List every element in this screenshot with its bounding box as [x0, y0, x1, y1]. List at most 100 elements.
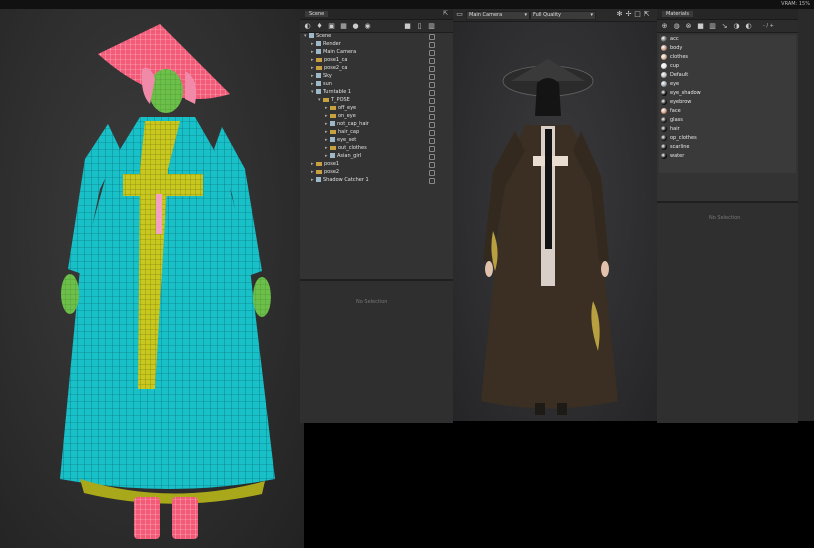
scene-tree-item[interactable]: ▸ eye_set — [301, 136, 439, 144]
viewport-camera-icon[interactable]: ▭ — [456, 11, 463, 18]
material-item[interactable]: eyebrow — [659, 98, 796, 107]
scene-tree-item[interactable]: ▾ Turntable 1 — [301, 88, 439, 96]
folder-icon[interactable]: ■ — [697, 22, 704, 30]
duplicate-icon[interactable]: ◍ — [673, 22, 680, 30]
scene-tree-item[interactable]: ▾ T_POSE — [301, 96, 439, 104]
scene-tree-item-text: out_clothes — [338, 145, 367, 151]
scene-tree-item-label: ▸ on_eye — [325, 112, 356, 120]
material-item-label: body — [670, 45, 683, 51]
scene-tree-item-text: Render — [323, 41, 341, 47]
camera-select[interactable]: Main Camera ▾ — [466, 11, 530, 20]
scene-tree-item[interactable]: ▸ Shadow Catcher 1 — [301, 176, 439, 184]
scene-tree-item-text: off_eye — [338, 105, 357, 111]
scene-tree-item[interactable]: ▸ Main Camera — [301, 48, 439, 56]
scene-tree-item[interactable]: ▸ Sky — [301, 72, 439, 80]
undock-icon[interactable]: ⇱ — [442, 10, 449, 17]
material-item-label: clothes — [670, 54, 689, 60]
template-icon[interactable]: ⊗ — [685, 22, 692, 30]
mesh-icon — [330, 121, 335, 126]
reset-icon[interactable]: ◐ — [745, 22, 752, 30]
frame-icon[interactable]: □ — [634, 11, 641, 18]
camera-add-icon[interactable]: ▣ — [328, 22, 335, 30]
scene-tree-item[interactable]: ▸ on_eye — [301, 112, 439, 120]
settings-icon[interactable]: ✻ — [616, 11, 623, 18]
material-item[interactable]: acc — [659, 35, 796, 44]
material-item[interactable]: scarline — [659, 143, 796, 152]
folder-icon — [323, 97, 329, 102]
material-item[interactable]: cup — [659, 62, 796, 71]
scene-tree-item-label: ▾ Turntable 1 — [311, 88, 351, 96]
sky-icon — [316, 73, 321, 78]
delete-icon[interactable]: ▥ — [428, 22, 435, 30]
add-material-icon[interactable]: ⊕ — [661, 22, 668, 30]
material-item[interactable]: glass — [659, 116, 796, 125]
material-item[interactable]: Default — [659, 71, 796, 80]
pick-material-icon[interactable]: ↘ — [721, 22, 728, 30]
lock-icon[interactable] — [429, 178, 435, 184]
scene-tree-item[interactable]: ▸ pose2_ca — [301, 64, 439, 72]
chevron-down-icon: ▾ — [590, 12, 593, 18]
mesh-icon — [330, 137, 335, 142]
scene-tree-item[interactable]: ▸ pose1 — [301, 160, 439, 168]
geometry-icon[interactable]: ◉ — [364, 22, 371, 30]
scene-tree-item[interactable]: ▸ Asian_girl — [301, 152, 439, 160]
delete-icon[interactable]: ▥ — [709, 22, 716, 30]
scene-tree-item[interactable]: ▸ pose2 — [301, 168, 439, 176]
folder-icon — [316, 169, 322, 174]
scene-tree-item[interactable]: ▸ hair_cap — [301, 128, 439, 136]
scene-tree: ▾ Scene ▸ Render ▸ Main Camera ▸ pose1_ca ▸ pose2… — [301, 32, 439, 278]
material-preview-icon — [661, 108, 667, 114]
group-icon[interactable]: ▦ — [340, 22, 347, 30]
materials-tab-bar: Materials — [657, 9, 798, 20]
material-item-label: glass — [670, 117, 683, 123]
material-item[interactable]: clothes — [659, 53, 796, 62]
mesh-add-icon[interactable]: ● — [352, 22, 359, 30]
light-icon[interactable]: ♦ — [316, 22, 323, 30]
scene-tree-item[interactable]: ▸ Render — [301, 40, 439, 48]
folder-icon — [330, 145, 336, 150]
folder-icon — [330, 113, 336, 118]
material-item[interactable]: eye — [659, 80, 796, 89]
scene-tree-item[interactable]: ▸ off_eye — [301, 104, 439, 112]
quality-select-value: Full Quality — [533, 12, 562, 18]
scene-tree-item-text: on_eye — [338, 113, 356, 119]
scene-tree-item[interactable]: ▸ out_clothes — [301, 144, 439, 152]
add-object-icon[interactable]: ◐ — [304, 22, 311, 30]
chevron-down-icon: ▾ — [524, 12, 527, 18]
material-item[interactable]: op_clothes — [659, 134, 796, 143]
material-item[interactable]: body — [659, 44, 796, 53]
scene-tree-item-label: ▾ Scene — [304, 32, 331, 40]
material-item[interactable]: hair — [659, 125, 796, 134]
tab-materials[interactable]: Materials — [662, 11, 693, 17]
quality-select[interactable]: Full Quality ▾ — [530, 11, 596, 20]
scene-tab-bar: Scene ⇱ — [300, 9, 453, 20]
wireframe-viewport[interactable] — [0, 9, 304, 548]
material-item[interactable]: face — [659, 107, 796, 116]
material-item-label: Default — [670, 72, 689, 78]
material-item[interactable]: eye_shadow — [659, 89, 796, 98]
material-properties: No Selection — [657, 201, 798, 423]
maximize-icon[interactable]: ⇱ — [643, 11, 650, 18]
tab-scene[interactable]: Scene — [305, 11, 329, 17]
folder-icon — [330, 105, 336, 110]
move-icon[interactable]: ✢ — [625, 11, 632, 18]
file-icon[interactable]: ▯ — [416, 22, 423, 30]
material-item-label: eye_shadow — [670, 90, 701, 96]
render-viewport[interactable]: ▭ Main Camera ▾ Full Quality ▾ ✻ ✢ □ ⇱ — [453, 9, 657, 421]
scene-no-selection: No Selection — [356, 299, 388, 305]
scene-tree-item[interactable]: ▸ not_cap_hair — [301, 120, 439, 128]
material-preview-icon — [661, 135, 667, 141]
material-preview-icon — [661, 99, 667, 105]
material-item[interactable]: water — [659, 152, 796, 161]
scene-tree-item[interactable]: ▾ Scene — [301, 32, 439, 40]
scene-tree-item-text: eye_set — [337, 137, 357, 143]
camera-icon — [316, 49, 321, 54]
apply-material-icon[interactable]: ◑ — [733, 22, 740, 30]
material-item-label: op_clothes — [670, 135, 697, 141]
scene-tree-item[interactable]: ▸ pose1_ca — [301, 56, 439, 64]
scene-panel: Scene ⇱ ◐ ♦ ▣ ▦ ● ◉ ■ ▯ ▥ ▾ Scene ▸ Render ▸… — [300, 9, 454, 423]
camera-select-value: Main Camera — [469, 12, 503, 18]
zoom-control[interactable]: - / + — [763, 23, 774, 29]
scene-tree-item[interactable]: ▸ sun — [301, 80, 439, 88]
folder-add-icon[interactable]: ■ — [404, 22, 411, 30]
